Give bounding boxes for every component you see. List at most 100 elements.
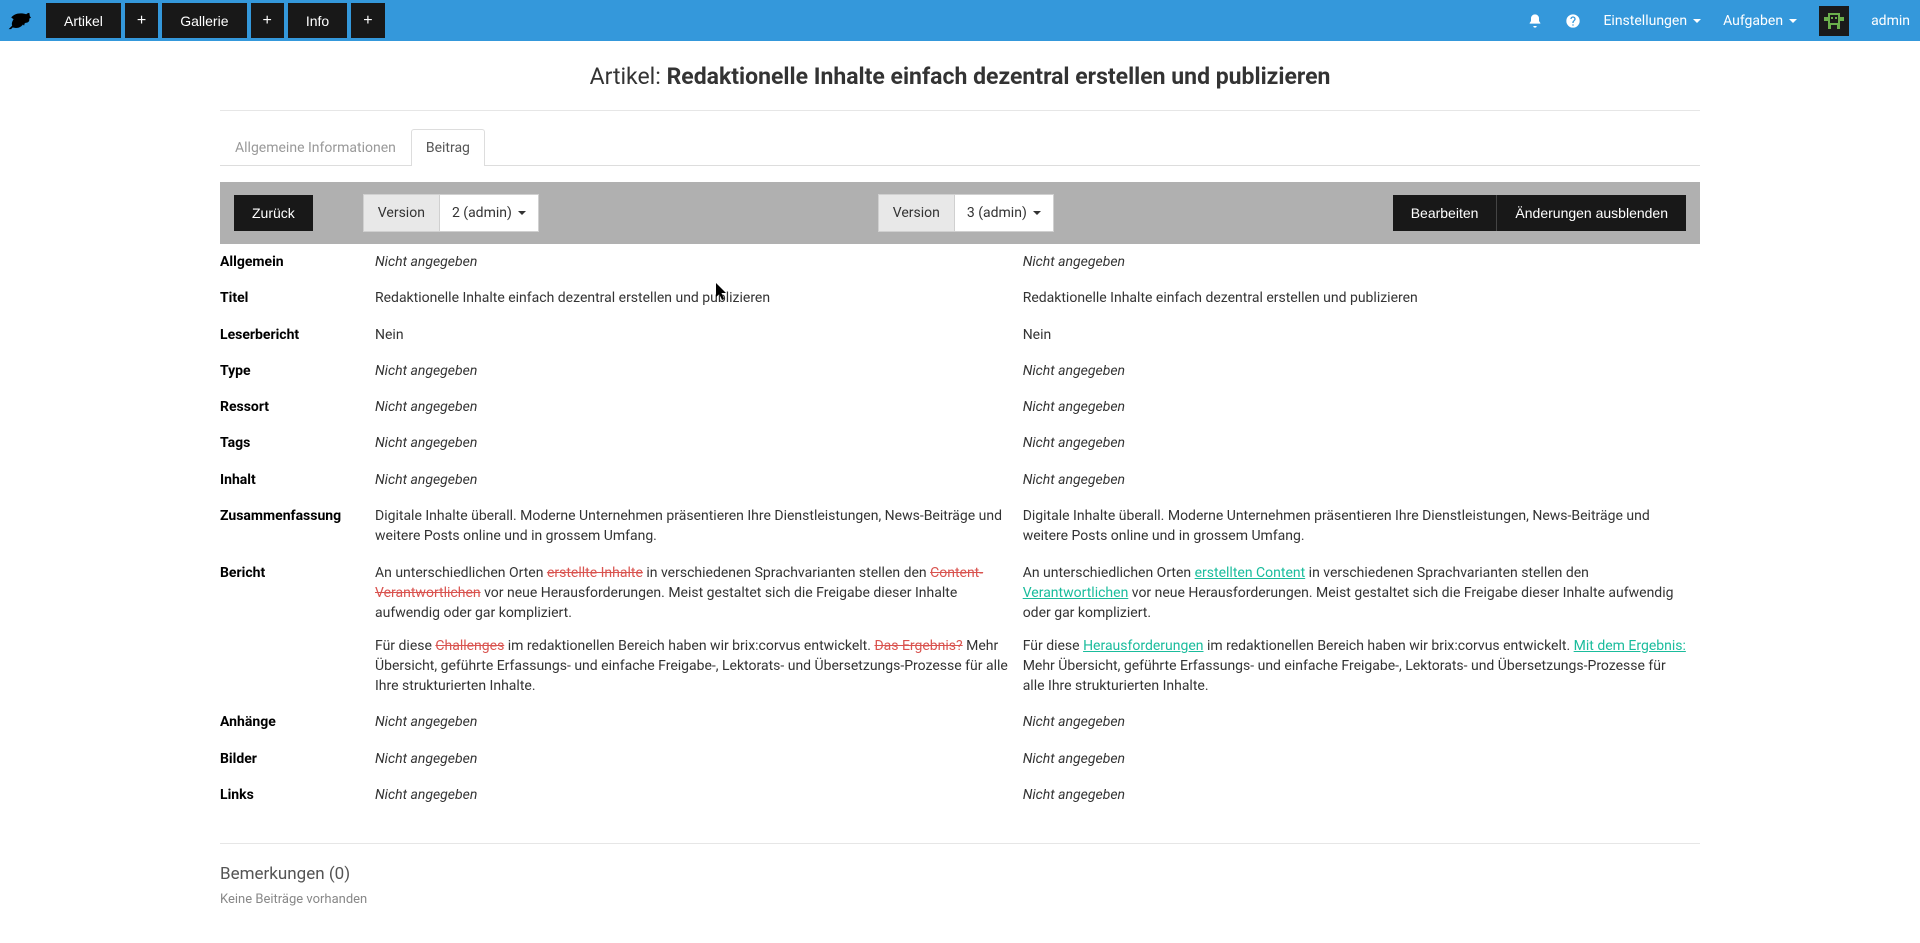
remarks-none: Keine Beiträge vorhanden bbox=[220, 892, 1700, 907]
value-bilder-a: Nicht angegeben bbox=[375, 751, 477, 767]
page-title: Artikel: Redaktionelle Inhalte einfach d… bbox=[220, 41, 1700, 110]
value-inhalt-a: Nicht angegeben bbox=[375, 472, 477, 488]
topbar: Artikel + Gallerie + Info + Einstellunge… bbox=[0, 0, 1920, 41]
compare-table: Allgemein Nicht angegeben Nicht angegebe… bbox=[220, 244, 1700, 813]
label-allgemein: Allgemein bbox=[220, 244, 375, 280]
label-bericht: Bericht bbox=[220, 555, 375, 705]
value-bilder-b: Nicht angegeben bbox=[1023, 751, 1125, 767]
version-a-select[interactable]: 2 (admin) bbox=[440, 194, 539, 232]
version-a-value: 2 (admin) bbox=[452, 205, 512, 221]
label-links: Links bbox=[220, 777, 375, 813]
diff-ins: Herausforderungen bbox=[1083, 638, 1203, 654]
row-bilder: Bilder Nicht angegeben Nicht angegeben bbox=[220, 741, 1700, 777]
value-zf-a: Digitale Inhalte überall. Moderne Untern… bbox=[375, 498, 1023, 555]
label-type: Type bbox=[220, 353, 375, 389]
value-links-a: Nicht angegeben bbox=[375, 787, 477, 803]
row-inhalt: Inhalt Nicht angegeben Nicht angegeben bbox=[220, 462, 1700, 498]
bell-icon[interactable] bbox=[1527, 13, 1543, 29]
caret-down-icon bbox=[1033, 211, 1041, 215]
nav-info-add[interactable]: + bbox=[351, 3, 384, 38]
app-logo[interactable] bbox=[0, 0, 40, 41]
version-a-group: Version 2 (admin) bbox=[363, 194, 539, 232]
value-leser-a: Nein bbox=[375, 317, 1023, 353]
nav-artikel-add[interactable]: + bbox=[125, 3, 158, 38]
row-type: Type Nicht angegeben Nicht angegeben bbox=[220, 353, 1700, 389]
label-bilder: Bilder bbox=[220, 741, 375, 777]
page-title-bold: Redaktionelle Inhalte einfach dezentral … bbox=[667, 63, 1331, 90]
nav-info[interactable]: Info bbox=[288, 3, 347, 38]
label-ressort: Ressort bbox=[220, 389, 375, 425]
diff-ins: Verantwortlichen bbox=[1023, 585, 1129, 601]
diff-del: erstellte Inhalte bbox=[547, 565, 643, 581]
row-zusammenfassung: Zusammenfassung Digitale Inhalte überall… bbox=[220, 498, 1700, 555]
remarks-title: Bemerkungen (0) bbox=[220, 864, 1700, 884]
hide-changes-button[interactable]: Änderungen ausblenden bbox=[1496, 195, 1686, 231]
row-links: Links Nicht angegeben Nicht angegeben bbox=[220, 777, 1700, 813]
label-tags: Tags bbox=[220, 425, 375, 461]
nav-artikel[interactable]: Artikel bbox=[46, 3, 121, 38]
row-tags: Tags Nicht angegeben Nicht angegeben bbox=[220, 425, 1700, 461]
caret-down-icon bbox=[518, 211, 526, 215]
version-b-group: Version 3 (admin) bbox=[878, 194, 1054, 232]
crow-icon bbox=[6, 7, 34, 35]
nav-gallerie[interactable]: Gallerie bbox=[162, 3, 246, 38]
tasks-label: Aufgaben bbox=[1723, 13, 1783, 29]
tab-general[interactable]: Allgemeine Informationen bbox=[220, 129, 411, 166]
help-icon[interactable] bbox=[1565, 13, 1581, 29]
value-titel-a: Redaktionelle Inhalte einfach dezentral … bbox=[375, 280, 1023, 316]
diff-ins: erstellten Content bbox=[1195, 565, 1306, 581]
value-anhaenge-b: Nicht angegeben bbox=[1023, 714, 1125, 730]
version-a-label: Version bbox=[363, 194, 440, 232]
value-allgemein-a: Nicht angegeben bbox=[375, 254, 477, 270]
nav-gallerie-add[interactable]: + bbox=[251, 3, 284, 38]
value-allgemein-b: Nicht angegeben bbox=[1023, 254, 1125, 270]
label-zusammenfassung: Zusammenfassung bbox=[220, 498, 375, 555]
value-tags-b: Nicht angegeben bbox=[1023, 435, 1125, 451]
row-ressort: Ressort Nicht angegeben Nicht angegeben bbox=[220, 389, 1700, 425]
row-anhaenge: Anhänge Nicht angegeben Nicht angegeben bbox=[220, 704, 1700, 740]
tasks-dropdown[interactable]: Aufgaben bbox=[1723, 13, 1797, 29]
version-b-value: 3 (admin) bbox=[967, 205, 1027, 221]
value-inhalt-b: Nicht angegeben bbox=[1023, 472, 1125, 488]
nav-buttons: Artikel + Gallerie + Info + bbox=[46, 3, 385, 38]
label-titel: Titel bbox=[220, 280, 375, 316]
back-button[interactable]: Zurück bbox=[234, 195, 313, 231]
edit-button[interactable]: Bearbeiten bbox=[1393, 195, 1497, 231]
value-ressort-a: Nicht angegeben bbox=[375, 399, 477, 415]
toolbar-right-buttons: Bearbeiten Änderungen ausblenden bbox=[1393, 195, 1686, 231]
value-zf-b: Digitale Inhalte überall. Moderne Untern… bbox=[1023, 498, 1700, 555]
value-links-b: Nicht angegeben bbox=[1023, 787, 1125, 803]
version-b-select[interactable]: 3 (admin) bbox=[955, 194, 1054, 232]
label-inhalt: Inhalt bbox=[220, 462, 375, 498]
divider bbox=[220, 843, 1700, 844]
tab-beitrag[interactable]: Beitrag bbox=[411, 129, 485, 166]
label-leserbericht: Leserbericht bbox=[220, 317, 375, 353]
value-type-b: Nicht angegeben bbox=[1023, 363, 1125, 379]
caret-down-icon bbox=[1789, 19, 1797, 23]
diff-ins: Mit dem Ergebnis: bbox=[1574, 638, 1686, 654]
value-bericht-a: An unterschiedlichen Orten erstellte Inh… bbox=[375, 555, 1023, 705]
value-anhaenge-a: Nicht angegeben bbox=[375, 714, 477, 730]
version-b-label: Version bbox=[878, 194, 955, 232]
diff-del: Challenges bbox=[435, 638, 504, 654]
version-toolbar: Zurück Version 2 (admin) Version 3 (admi… bbox=[220, 182, 1700, 244]
user-name[interactable]: admin bbox=[1871, 13, 1910, 29]
tabs: Allgemeine Informationen Beitrag bbox=[220, 129, 1700, 166]
settings-dropdown[interactable]: Einstellungen bbox=[1603, 13, 1701, 29]
value-bericht-b: An unterschiedlichen Orten erstellten Co… bbox=[1023, 555, 1700, 705]
page-title-prefix: Artikel: bbox=[590, 63, 667, 90]
value-ressort-b: Nicht angegeben bbox=[1023, 399, 1125, 415]
row-titel: Titel Redaktionelle Inhalte einfach deze… bbox=[220, 280, 1700, 316]
row-bericht: Bericht An unterschiedlichen Orten erste… bbox=[220, 555, 1700, 705]
value-titel-b: Redaktionelle Inhalte einfach dezentral … bbox=[1023, 280, 1700, 316]
label-anhaenge: Anhänge bbox=[220, 704, 375, 740]
value-tags-a: Nicht angegeben bbox=[375, 435, 477, 451]
value-leser-b: Nein bbox=[1023, 317, 1700, 353]
topbar-right: Einstellungen Aufgaben admin bbox=[1527, 6, 1910, 36]
row-leserbericht: Leserbericht Nein Nein bbox=[220, 317, 1700, 353]
caret-down-icon bbox=[1693, 19, 1701, 23]
avatar[interactable] bbox=[1819, 6, 1849, 36]
diff-del: Das Ergebnis? bbox=[874, 638, 962, 654]
value-type-a: Nicht angegeben bbox=[375, 363, 477, 379]
row-allgemein: Allgemein Nicht angegeben Nicht angegebe… bbox=[220, 244, 1700, 280]
